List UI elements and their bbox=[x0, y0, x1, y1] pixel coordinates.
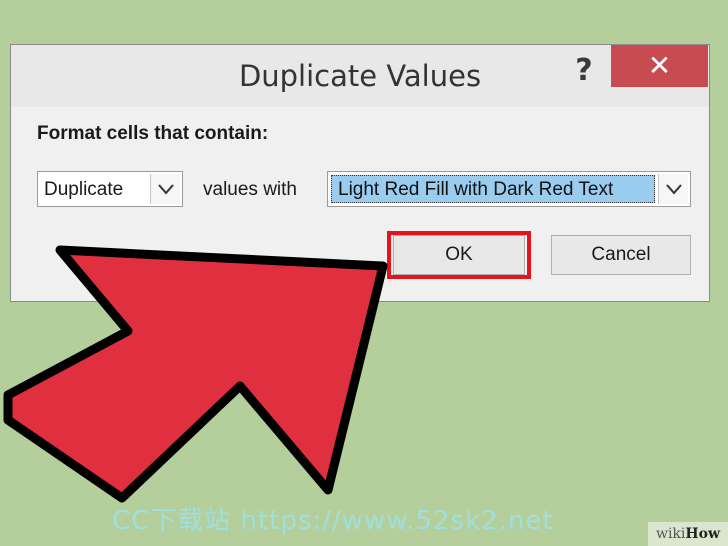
wikihow-logo-wiki: wiki bbox=[655, 526, 686, 542]
arrow-pointer-icon bbox=[3, 245, 388, 503]
wikihow-logo-how: How bbox=[685, 526, 721, 542]
wikihow-logo: wikiHow bbox=[648, 522, 728, 546]
watermark-text: CC下载站 https://www.52sk2.net bbox=[112, 506, 554, 536]
